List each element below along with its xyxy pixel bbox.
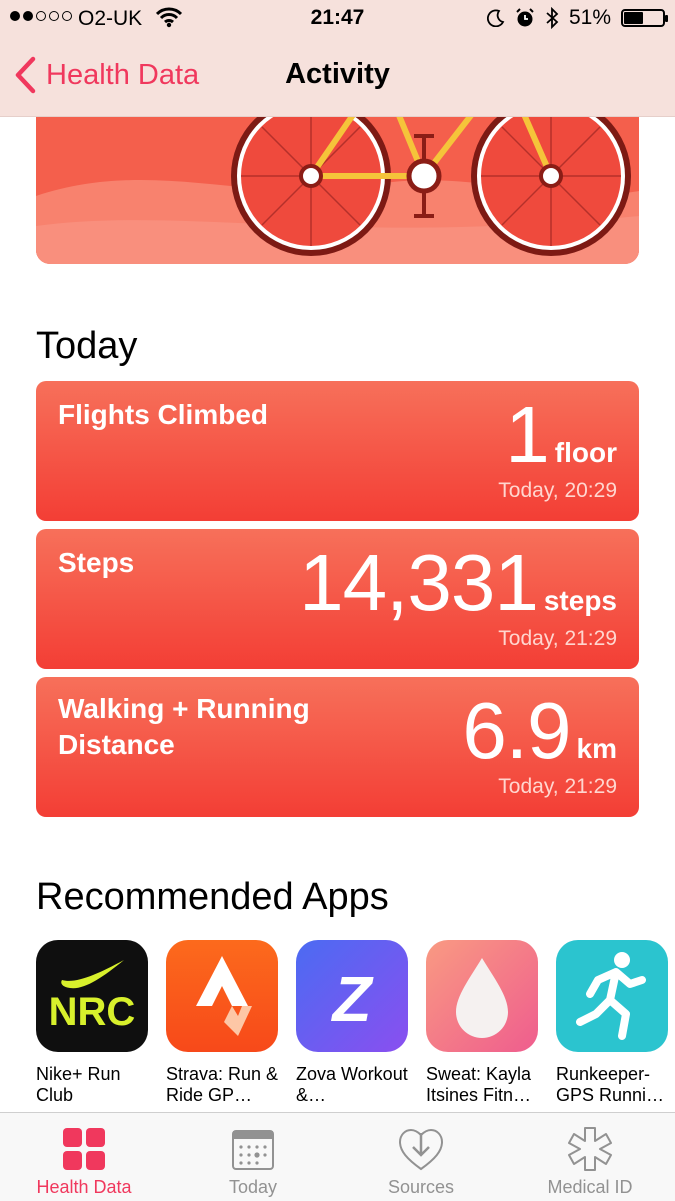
card-label: Steps bbox=[58, 547, 135, 578]
tab-label: Today bbox=[228, 1177, 278, 1197]
app-zova[interactable]: Z Zova Workout &… bbox=[296, 940, 408, 1108]
app-name: Runkeeper- GPS Runni… bbox=[556, 1064, 665, 1105]
calendar-icon bbox=[232, 1130, 274, 1170]
nrc-icon-text: NRC bbox=[48, 990, 136, 1034]
app-name: Nike+ Run Club bbox=[36, 1064, 121, 1105]
card-value-unit: km bbox=[576, 733, 617, 764]
tab-health-data[interactable]: Health Data bbox=[0, 1113, 168, 1201]
sweat-drop-icon bbox=[426, 940, 538, 1052]
app-name: Zova Workout &… bbox=[296, 1064, 408, 1105]
card-label: Walking + Running Distance bbox=[58, 693, 310, 760]
app-nike-run-club[interactable]: NRC Nike+ Run Club bbox=[36, 940, 148, 1108]
recommended-apps-list: NRC Nike+ Run Club Strava: Run & Ride GP… bbox=[36, 940, 675, 1108]
battery-icon bbox=[621, 9, 668, 27]
navigation-bar: Health Data Activity bbox=[0, 40, 675, 112]
app-runkeeper[interactable]: Runkeeper- GPS Runni… bbox=[556, 940, 668, 1108]
tab-today[interactable]: Today bbox=[169, 1113, 337, 1201]
nrc-icon: NRC bbox=[36, 940, 148, 1052]
card-timestamp: Today, 21:29 bbox=[498, 775, 617, 798]
app-strava[interactable]: Strava: Run & Ride GP… bbox=[166, 940, 278, 1108]
status-bar: O2-UK 21:47 51% bbox=[0, 0, 675, 38]
card-value: 6.9 km bbox=[462, 685, 617, 777]
flights-climbed-card[interactable]: Flights Climbed 1 floor Today, 20:29 bbox=[36, 381, 639, 521]
card-value: 1 floor bbox=[505, 389, 617, 481]
tab-bar: Health Data Today Sources Medical ID bbox=[0, 1112, 675, 1201]
steps-card[interactable]: Steps 14,331 steps Today, 21:29 bbox=[36, 529, 639, 669]
battery-percent: 51% bbox=[568, 6, 611, 29]
tab-label: Health Data bbox=[36, 1177, 132, 1197]
card-value-number: 1 bbox=[505, 390, 549, 479]
zova-icon: Z bbox=[296, 940, 408, 1052]
app-name: Strava: Run & Ride GP… bbox=[166, 1064, 279, 1105]
app-sweat[interactable]: Sweat: Kayla Itsines Fitn… bbox=[426, 940, 538, 1108]
strava-icon bbox=[166, 940, 278, 1052]
card-value: 14,331 steps bbox=[299, 537, 617, 629]
card-value-number: 6.9 bbox=[462, 686, 571, 775]
walking-running-distance-card[interactable]: Walking + Running Distance 6.9 km Today,… bbox=[36, 677, 639, 817]
runkeeper-runner-icon bbox=[556, 940, 668, 1052]
sources-heart-icon bbox=[398, 1128, 444, 1171]
app-name: Sweat: Kayla Itsines Fitn… bbox=[426, 1064, 532, 1105]
alarm-icon bbox=[516, 8, 534, 27]
tab-sources[interactable]: Sources bbox=[337, 1113, 505, 1201]
activity-hero-illustration bbox=[36, 96, 639, 264]
tab-label: Sources bbox=[387, 1177, 455, 1197]
recommended-apps-title: Recommended Apps bbox=[36, 876, 389, 918]
card-value-unit: floor bbox=[554, 437, 617, 468]
card-value-number: 14,331 bbox=[299, 538, 539, 627]
bicycle-illustration bbox=[36, 96, 639, 264]
card-value-unit: steps bbox=[543, 585, 617, 616]
tab-medical-id[interactable]: Medical ID bbox=[506, 1113, 674, 1201]
today-section-title: Today bbox=[36, 325, 138, 367]
card-timestamp: Today, 20:29 bbox=[498, 479, 617, 502]
card-label: Flights Climbed bbox=[58, 399, 268, 430]
bluetooth-icon bbox=[546, 7, 559, 29]
battery-level bbox=[624, 12, 644, 24]
medical-id-icon bbox=[568, 1127, 612, 1171]
top-bar: O2-UK 21:47 51% Health Data Activity bbox=[0, 0, 675, 117]
card-timestamp: Today, 21:29 bbox=[498, 627, 617, 650]
zova-icon-text: Z bbox=[332, 963, 372, 1035]
do-not-disturb-icon bbox=[486, 9, 505, 27]
tab-label: Medical ID bbox=[547, 1177, 633, 1197]
page-title: Activity bbox=[285, 58, 390, 90]
health-data-icon bbox=[63, 1128, 105, 1170]
